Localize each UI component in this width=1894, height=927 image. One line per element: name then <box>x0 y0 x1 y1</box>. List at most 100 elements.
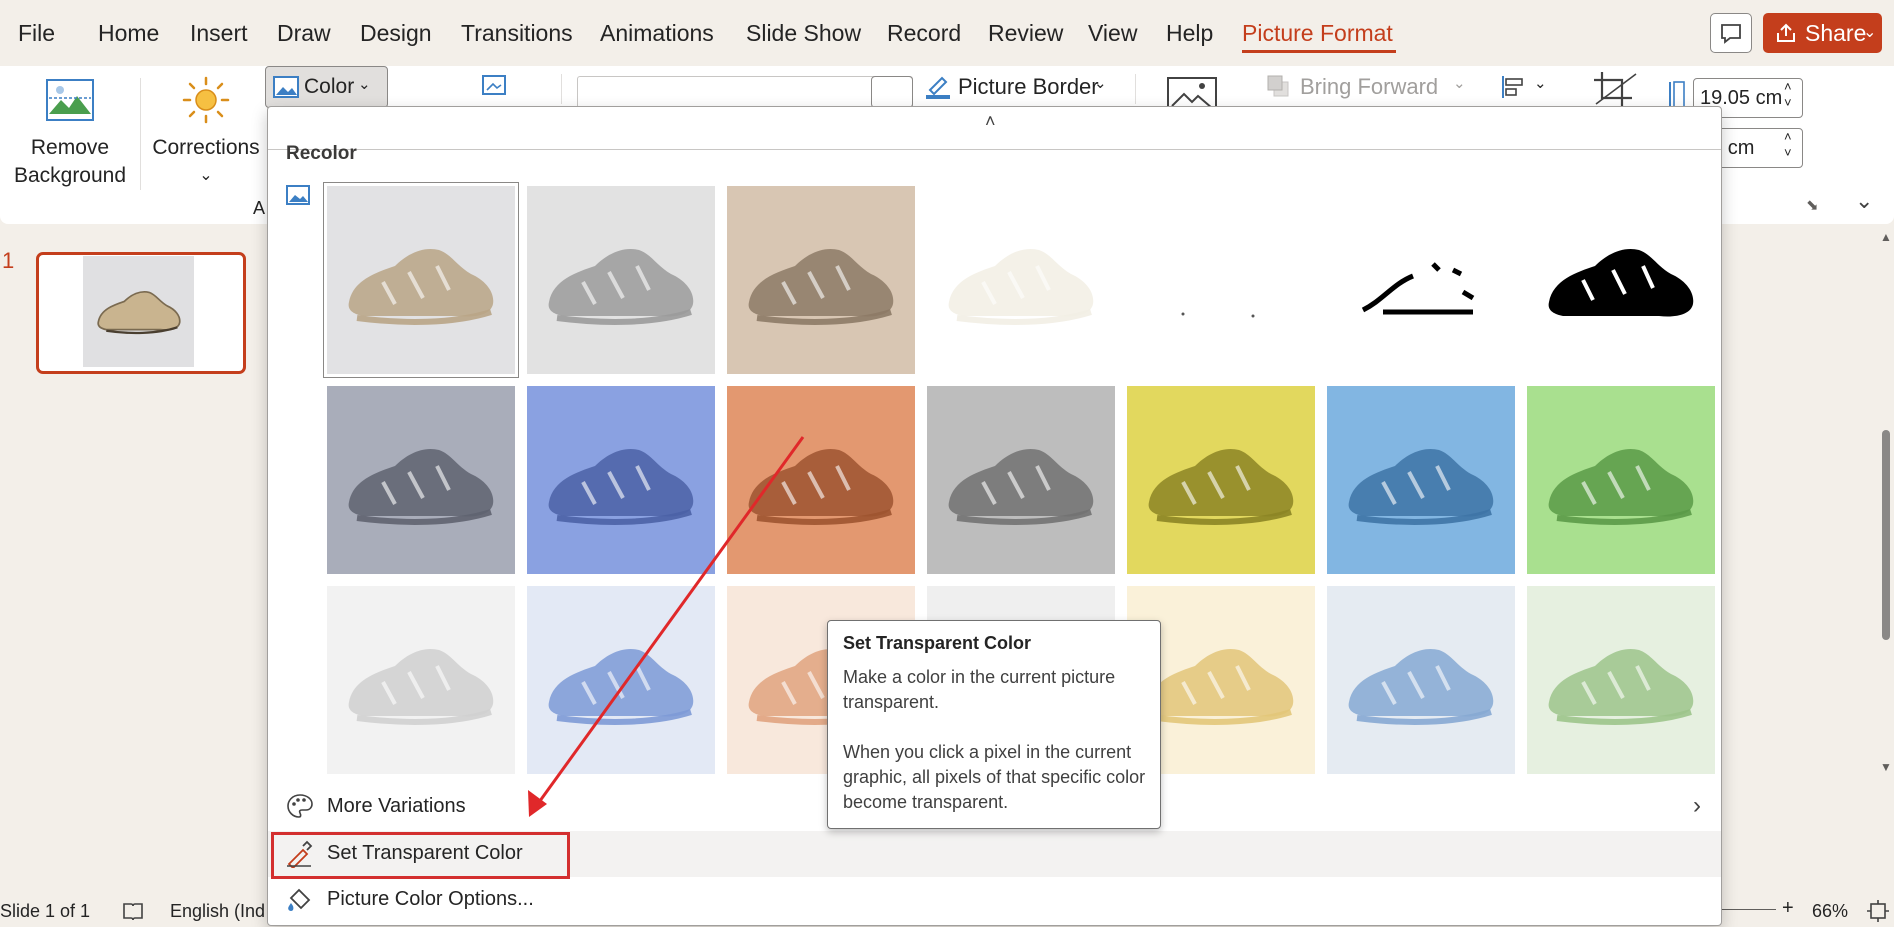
slide-number: 1 <box>2 248 15 273</box>
color-button[interactable]: Color ⌄ <box>265 66 388 108</box>
recolor-tile[interactable] <box>1327 186 1515 374</box>
remove-background-label1: Remove <box>30 136 110 159</box>
scroll-up-chevron-icon[interactable]: ˄ <box>985 111 996 132</box>
shoe-picture <box>948 248 1094 325</box>
spin-up-icon[interactable]: ˄ <box>1784 79 1792 94</box>
collapse-ribbon-icon[interactable]: ⌄ <box>1855 188 1873 214</box>
recolor-tile[interactable] <box>1527 186 1715 374</box>
chevron-down-icon: ⌄ <box>358 76 371 93</box>
shoe-picture <box>548 248 694 325</box>
accessibility-book-icon[interactable] <box>122 900 144 922</box>
menu-file[interactable]: File <box>18 20 55 47</box>
shoe-picture <box>548 648 694 725</box>
picture-border-button[interactable]: Picture Border ⌄ <box>924 70 1114 102</box>
recolor-tile[interactable] <box>327 386 515 574</box>
menu-picture-format[interactable]: Picture Format <box>1242 20 1393 47</box>
menu-help[interactable]: Help <box>1166 20 1213 47</box>
ribbon-divider <box>140 78 141 190</box>
highlight-box <box>271 832 570 879</box>
recolor-tile[interactable] <box>1127 186 1315 374</box>
scroll-up-icon[interactable]: ▲ <box>1880 230 1892 244</box>
more-variations-label: More Variations <box>327 795 466 817</box>
menu-bar: File Home Insert Draw Design Transitions… <box>0 0 1894 66</box>
palette-icon <box>287 794 313 818</box>
fit-slide-icon[interactable] <box>1866 899 1890 923</box>
shoe-picture <box>97 291 181 335</box>
picture-styles-gallery[interactable] <box>577 76 913 107</box>
recolor-tile[interactable] <box>927 186 1115 374</box>
recolor-tile[interactable] <box>927 386 1115 574</box>
menu-transitions[interactable]: Transitions <box>461 20 573 47</box>
pen-icon <box>926 76 950 99</box>
language-indicator[interactable]: English (Ind <box>170 901 265 922</box>
chevron-down-icon: ⌄ <box>1863 24 1877 41</box>
chevron-right-icon: › <box>1693 792 1701 819</box>
recolor-tile[interactable] <box>727 186 915 374</box>
align-button[interactable]: ⌄ <box>1500 70 1550 102</box>
menu-separator <box>268 149 1721 150</box>
menu-home[interactable]: Home <box>98 20 159 47</box>
share-button[interactable]: Share ⌄ <box>1763 13 1882 53</box>
tooltip: Set Transparent Color Make a color in th… <box>827 620 1161 829</box>
share-label: Share <box>1805 20 1867 46</box>
chevron-down-icon: ⌄ <box>1534 75 1547 92</box>
spin-down-icon[interactable]: ˅ <box>1784 145 1792 160</box>
shoe-picture <box>348 448 494 525</box>
menu-insert[interactable]: Insert <box>190 20 248 47</box>
shoe-picture <box>1148 448 1294 525</box>
menu-record[interactable]: Record <box>887 20 961 47</box>
corrections-button[interactable]: Corrections ⌄ <box>150 70 262 200</box>
ribbon-divider <box>1135 74 1136 104</box>
shoe-picture <box>1181 312 1255 318</box>
menu-design[interactable]: Design <box>360 20 432 47</box>
recolor-tile[interactable] <box>1327 586 1515 774</box>
tooltip-title: Set Transparent Color <box>843 633 1032 653</box>
dialog-launcher-icon[interactable]: ⬊ <box>1806 196 1819 214</box>
recolor-tile[interactable] <box>327 586 515 774</box>
comments-button[interactable] <box>1710 13 1752 53</box>
recolor-tile[interactable] <box>727 386 915 574</box>
menu-slide-show[interactable]: Slide Show <box>746 20 861 47</box>
scroll-down-icon[interactable]: ▼ <box>1880 760 1892 774</box>
tooltip-line1: Make a color in the current picture tran… <box>843 667 1116 712</box>
shoe-picture <box>748 448 894 525</box>
recolor-tile[interactable] <box>323 182 519 378</box>
shoe-picture <box>948 448 1094 525</box>
menu-draw[interactable]: Draw <box>277 20 331 47</box>
picture-color-icon <box>273 76 299 98</box>
compress-pictures-icon[interactable] <box>479 72 509 98</box>
chevron-down-icon: ⌄ <box>199 167 213 184</box>
remove-background-label2: Background <box>13 164 127 187</box>
menu-view[interactable]: View <box>1088 20 1137 47</box>
zoom-slider-track[interactable] <box>1721 909 1776 910</box>
alt-text-icon[interactable] <box>1166 76 1218 106</box>
canvas-scrollbar[interactable]: ▲ ▼ <box>1880 230 1892 890</box>
slide-thumbnail[interactable] <box>36 252 246 374</box>
shoe-picture <box>348 648 494 725</box>
shoe-picture <box>548 448 694 525</box>
gallery-more-button[interactable] <box>871 76 913 108</box>
recolor-section-title: Recolor <box>286 143 357 164</box>
recolor-tile[interactable] <box>1127 386 1315 574</box>
recolor-tile[interactable] <box>527 586 715 774</box>
spin-up-icon[interactable]: ˄ <box>1784 129 1792 144</box>
picture-color-options-item[interactable]: Picture Color Options... <box>268 877 1721 923</box>
bring-forward-label: Bring Forward <box>1300 74 1439 99</box>
recolor-tile[interactable] <box>527 186 715 374</box>
active-tab-underline <box>1242 50 1396 53</box>
chevron-down-icon: ⌄ <box>1453 75 1466 92</box>
remove-background-button[interactable]: Remove Background <box>8 70 132 200</box>
corrections-label: Corrections <box>152 136 260 159</box>
zoom-in-icon[interactable]: + <box>1782 897 1794 920</box>
recolor-tile[interactable] <box>527 386 715 574</box>
zoom-level[interactable]: 66% <box>1812 901 1848 922</box>
menu-animations[interactable]: Animations <box>600 20 714 47</box>
bring-forward-button[interactable]: Bring Forward ⌄ <box>1266 70 1476 102</box>
menu-review[interactable]: Review <box>988 20 1063 47</box>
crop-icon[interactable] <box>1592 70 1640 106</box>
recolor-tile[interactable] <box>1527 386 1715 574</box>
spin-down-icon[interactable]: ˅ <box>1784 95 1792 110</box>
recolor-tile[interactable] <box>1327 386 1515 574</box>
scrollbar-thumb[interactable] <box>1882 430 1890 640</box>
recolor-tile[interactable] <box>1527 586 1715 774</box>
